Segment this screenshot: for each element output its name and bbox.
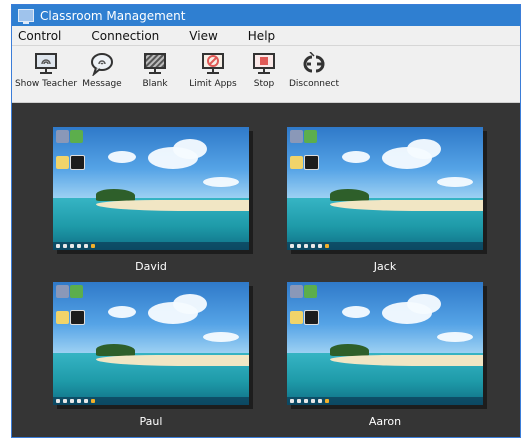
menu-help[interactable]: Help — [248, 29, 275, 43]
blank-label: Blank — [142, 79, 168, 89]
no-symbol-icon — [199, 51, 227, 77]
library-icon — [290, 156, 303, 169]
student-screen-thumbnail[interactable] — [287, 282, 483, 405]
speech-bubble-icon — [88, 51, 116, 77]
stop-icon — [250, 51, 278, 77]
show-teacher-button[interactable]: Show Teacher — [14, 46, 78, 103]
network-icon — [70, 285, 83, 298]
student-name: David — [135, 260, 167, 273]
menu-connection[interactable]: Connection — [91, 29, 159, 43]
network-icon — [304, 130, 317, 143]
limit-apps-label: Limit Apps — [189, 79, 237, 89]
app-logo-icon — [18, 9, 34, 24]
student-screen-thumbnail[interactable] — [53, 282, 249, 405]
recycle-bin-icon — [56, 130, 69, 143]
network-icon — [304, 285, 317, 298]
news-app-icon — [304, 155, 319, 170]
blank-screen-icon — [141, 51, 169, 77]
student-screen-thumbnail[interactable] — [287, 127, 483, 250]
stop-label: Stop — [253, 79, 275, 89]
menu-bar: Control Connection View Help — [12, 26, 520, 46]
message-label: Message — [82, 79, 122, 89]
message-button[interactable]: Message — [78, 46, 126, 103]
news-app-icon — [70, 310, 85, 325]
recycle-bin-icon — [290, 285, 303, 298]
disconnect-button[interactable]: Disconnect — [286, 46, 342, 103]
student-screen-thumbnail[interactable] — [53, 127, 249, 250]
news-app-icon — [70, 155, 85, 170]
monitor-icon — [32, 51, 60, 77]
student-name: Paul — [139, 415, 163, 428]
menu-view[interactable]: View — [189, 29, 217, 43]
recycle-bin-icon — [56, 285, 69, 298]
menu-control[interactable]: Control — [18, 29, 61, 43]
show-teacher-label: Show Teacher — [14, 79, 78, 89]
news-app-icon — [304, 310, 319, 325]
network-icon — [70, 130, 83, 143]
app-window: Classroom Management Control Connection … — [11, 4, 521, 438]
library-icon — [56, 156, 69, 169]
recycle-bin-icon — [290, 130, 303, 143]
unplug-icon — [300, 51, 328, 77]
library-icon — [290, 311, 303, 324]
stop-button[interactable]: Stop — [242, 46, 286, 103]
blank-button[interactable]: Blank — [126, 46, 184, 103]
library-icon — [56, 311, 69, 324]
limit-apps-button[interactable]: Limit Apps — [184, 46, 242, 103]
title-bar: Classroom Management — [12, 5, 520, 26]
disconnect-label: Disconnect — [289, 79, 339, 89]
student-name: Aaron — [368, 415, 402, 428]
window-title: Classroom Management — [40, 8, 186, 23]
student-grid: David Jack Paul Aaron — [12, 103, 520, 437]
student-name: Jack — [373, 260, 397, 273]
toolbar: Show Teacher Message Blank Limit Apps St… — [12, 46, 520, 103]
